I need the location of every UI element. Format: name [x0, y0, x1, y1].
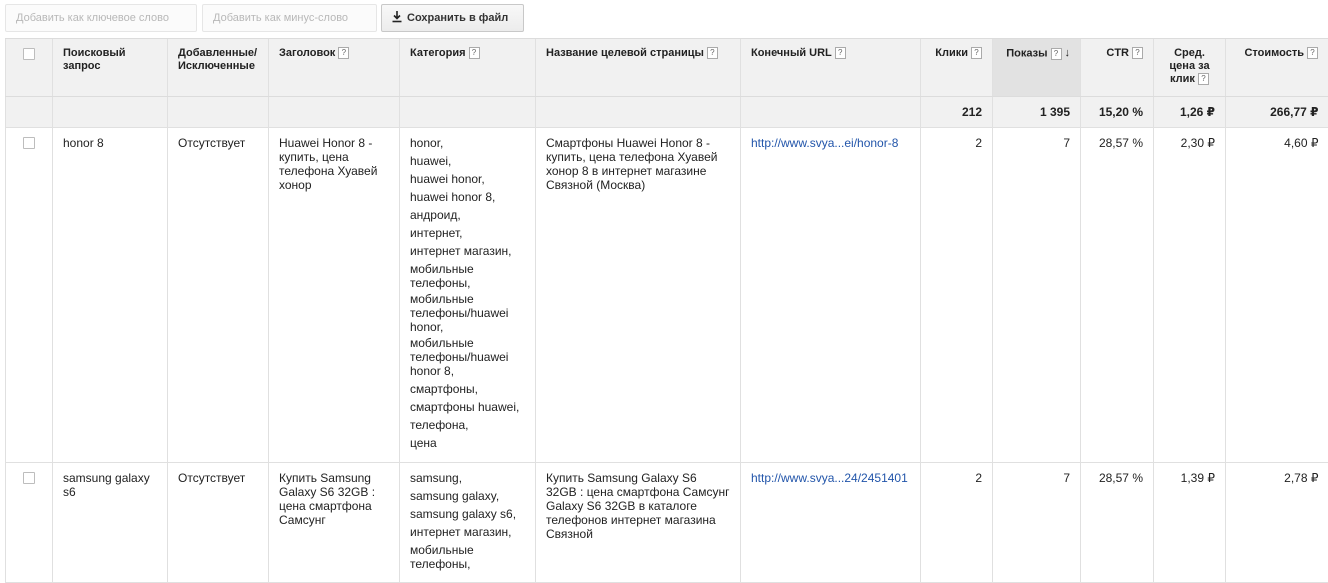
- avg-cpc-cell: 1,39 ₽: [1154, 463, 1226, 583]
- category-item: мобильные телефоны/huawei honor 8,: [410, 336, 525, 378]
- totals-cost: 266,77 ₽: [1226, 97, 1328, 128]
- row-checkbox[interactable]: [23, 472, 35, 484]
- landing-page-title-cell: Купить Samsung Galaxy S6 32GB : цена сма…: [536, 463, 741, 583]
- query-cell: honor 8: [53, 128, 168, 463]
- help-icon[interactable]: ?: [1132, 47, 1143, 59]
- column-header-avg-cpc[interactable]: Сред. цена за клик?: [1154, 39, 1226, 97]
- row-select-cell: [6, 128, 53, 463]
- table-row: samsung galaxy s6 Отсутствует Купить Sam…: [6, 463, 1328, 583]
- help-icon[interactable]: ?: [707, 47, 718, 59]
- headline-cell: Купить Samsung Galaxy S6 32GB : цена сма…: [269, 463, 400, 583]
- save-to-file-label: Сохранить в файл: [407, 12, 508, 24]
- add-as-keyword-button[interactable]: Добавить как ключевое слово: [5, 4, 197, 32]
- column-header-final-url[interactable]: Конечный URL?: [741, 39, 921, 97]
- header-row: Поисковый запрос Добавленные/ Исключенны…: [6, 39, 1328, 97]
- totals-cell: [741, 97, 921, 128]
- help-icon[interactable]: ?: [1198, 73, 1209, 85]
- save-to-file-button[interactable]: Сохранить в файл: [381, 4, 524, 32]
- column-header-ctr[interactable]: CTR?: [1081, 39, 1154, 97]
- help-icon[interactable]: ?: [338, 47, 349, 59]
- column-header-added-excluded[interactable]: Добавленные/ Исключенные: [168, 39, 269, 97]
- totals-impressions: 1 395: [993, 97, 1081, 128]
- category-item: телефона,: [410, 416, 525, 434]
- totals-cell: [6, 97, 53, 128]
- category-item: huawei,: [410, 152, 525, 170]
- table-row: honor 8 Отсутствует Huawei Honor 8 - куп…: [6, 128, 1328, 463]
- cost-cell: 2,78 ₽: [1226, 463, 1328, 583]
- totals-cell: [269, 97, 400, 128]
- final-url-link[interactable]: http://www.svya...24/2451401: [751, 471, 908, 485]
- column-header-cost[interactable]: Стоимость?: [1226, 39, 1328, 97]
- category-item: samsung,: [410, 469, 525, 487]
- search-terms-table: Поисковый запрос Добавленные/ Исключенны…: [5, 38, 1328, 583]
- category-item: интернет магазин,: [410, 242, 525, 260]
- category-item: андроид,: [410, 206, 525, 224]
- added-excluded-cell: Отсутствует: [168, 463, 269, 583]
- category-item: мобильные телефоны/huawei honor,: [410, 292, 525, 334]
- column-header-clicks[interactable]: Клики?: [921, 39, 993, 97]
- category-cell: honor, huawei, huawei honor, huawei hono…: [400, 128, 536, 463]
- select-all-checkbox[interactable]: [23, 48, 35, 60]
- column-header-category[interactable]: Категория?: [400, 39, 536, 97]
- column-header-headline[interactable]: Заголовок?: [269, 39, 400, 97]
- category-item: huawei honor,: [410, 170, 525, 188]
- totals-clicks: 212: [921, 97, 993, 128]
- sort-descending-icon: ↓: [1065, 47, 1071, 60]
- clicks-cell: 2: [921, 463, 993, 583]
- help-icon[interactable]: ?: [1307, 47, 1318, 59]
- final-url-link[interactable]: http://www.svya...ei/honor-8: [751, 136, 898, 150]
- totals-row: 212 1 395 15,20 % 1,26 ₽ 266,77 ₽: [6, 97, 1328, 128]
- category-list: honor, huawei, huawei honor, huawei hono…: [410, 134, 525, 452]
- query-cell: samsung galaxy s6: [53, 463, 168, 583]
- category-item: цена: [410, 434, 525, 452]
- help-icon[interactable]: ?: [469, 47, 480, 59]
- category-cell: samsung, samsung galaxy, samsung galaxy …: [400, 463, 536, 583]
- final-url-cell: http://www.svya...ei/honor-8: [741, 128, 921, 463]
- ctr-cell: 28,57 %: [1081, 463, 1154, 583]
- column-header-query[interactable]: Поисковый запрос: [53, 39, 168, 97]
- category-item: samsung galaxy s6,: [410, 505, 525, 523]
- download-icon: [392, 11, 402, 23]
- category-item: смартфоны,: [410, 380, 525, 398]
- category-item: интернет магазин,: [410, 523, 525, 541]
- help-icon[interactable]: ?: [1051, 48, 1062, 60]
- totals-cell: [53, 97, 168, 128]
- totals-cell: [400, 97, 536, 128]
- ctr-cell: 28,57 %: [1081, 128, 1154, 463]
- row-select-cell: [6, 463, 53, 583]
- column-header-impressions[interactable]: Показы?↓: [993, 39, 1081, 97]
- row-checkbox[interactable]: [23, 137, 35, 149]
- impressions-cell: 7: [993, 128, 1081, 463]
- add-as-negative-keyword-button[interactable]: Добавить как минус-слово: [202, 4, 377, 32]
- category-item: интернет,: [410, 224, 525, 242]
- category-item: samsung galaxy,: [410, 487, 525, 505]
- category-item: смартфоны huawei,: [410, 398, 525, 416]
- impressions-cell: 7: [993, 463, 1081, 583]
- added-excluded-cell: Отсутствует: [168, 128, 269, 463]
- help-icon[interactable]: ?: [971, 47, 982, 59]
- category-item: мобильные телефоны,: [410, 543, 525, 571]
- totals-avg-cpc: 1,26 ₽: [1154, 97, 1226, 128]
- totals-ctr: 15,20 %: [1081, 97, 1154, 128]
- landing-page-title-cell: Смартфоны Huawei Honor 8 - купить, цена …: [536, 128, 741, 463]
- totals-cell: [536, 97, 741, 128]
- help-icon[interactable]: ?: [835, 47, 846, 59]
- totals-cell: [168, 97, 269, 128]
- avg-cpc-cell: 2,30 ₽: [1154, 128, 1226, 463]
- headline-cell: Huawei Honor 8 - купить, цена телефона Х…: [269, 128, 400, 463]
- category-list: samsung, samsung galaxy, samsung galaxy …: [410, 469, 525, 571]
- final-url-cell: http://www.svya...24/2451401: [741, 463, 921, 583]
- category-item: honor,: [410, 134, 525, 152]
- cost-cell: 4,60 ₽: [1226, 128, 1328, 463]
- column-header-landing-page-title[interactable]: Название целевой страницы?: [536, 39, 741, 97]
- category-item: мобильные телефоны,: [410, 262, 525, 290]
- select-all-cell: [6, 39, 53, 97]
- category-item: huawei honor 8,: [410, 188, 525, 206]
- clicks-cell: 2: [921, 128, 993, 463]
